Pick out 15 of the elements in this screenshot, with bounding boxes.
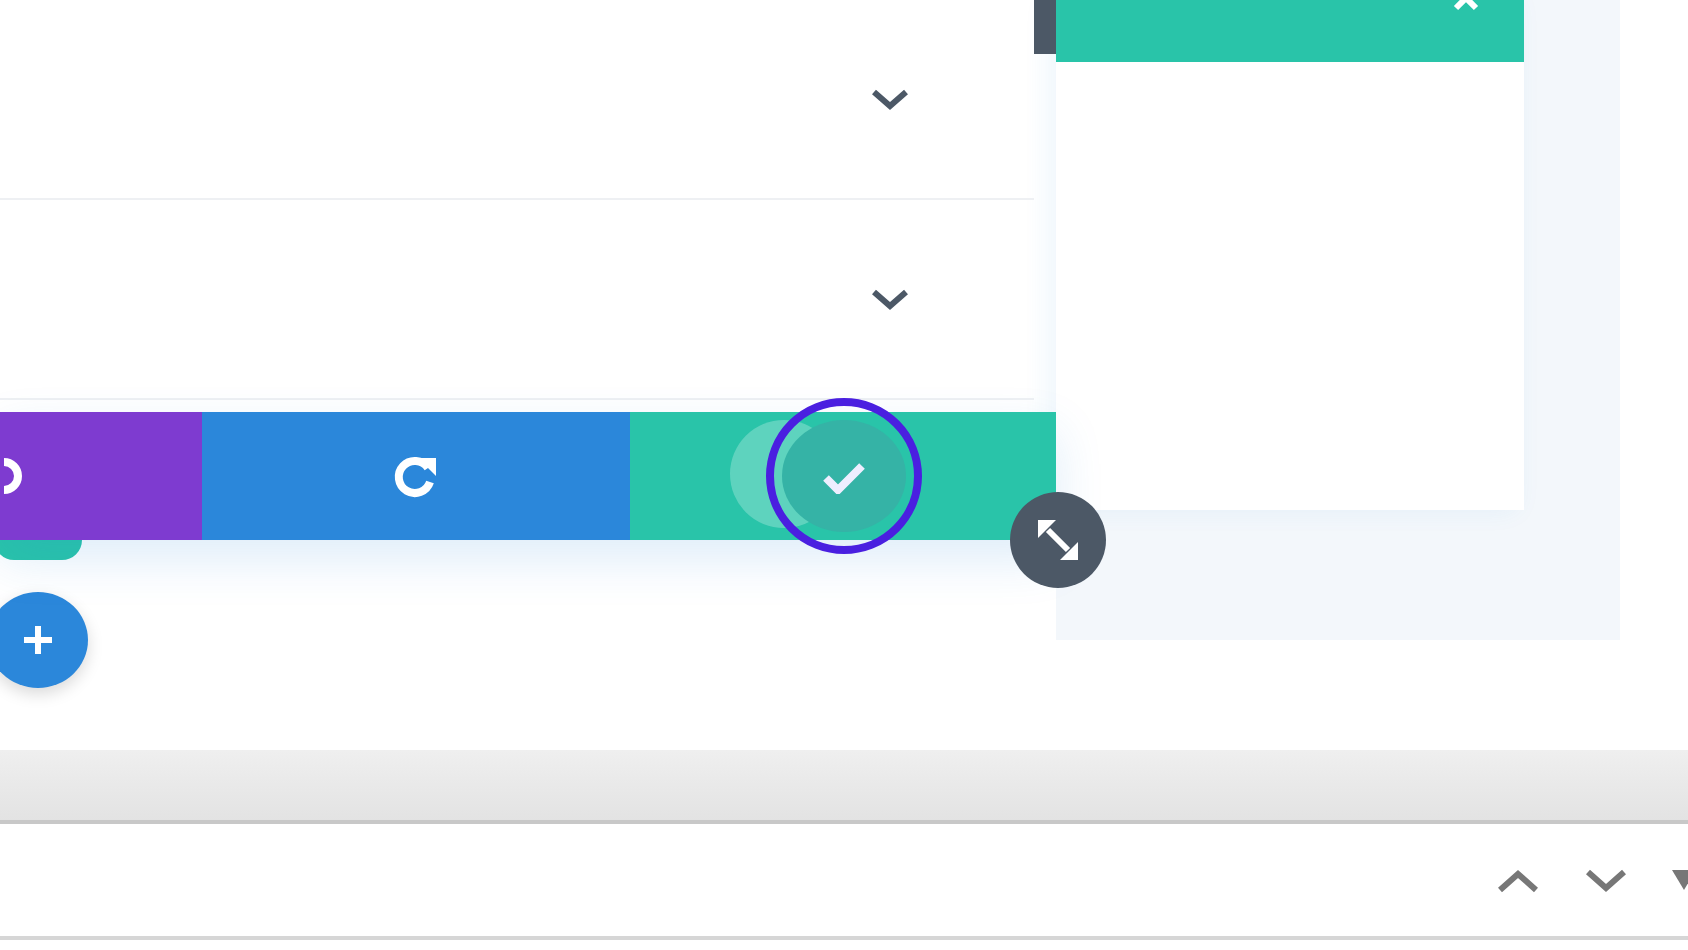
add-button[interactable] bbox=[0, 592, 88, 688]
resize-icon bbox=[1032, 514, 1084, 566]
next-button[interactable] bbox=[1584, 867, 1628, 893]
plus-icon bbox=[22, 624, 54, 656]
close-icon[interactable] bbox=[1452, 0, 1480, 12]
add-row-button[interactable] bbox=[0, 540, 82, 560]
triangle-icon bbox=[1672, 870, 1688, 890]
previous-button[interactable] bbox=[1496, 867, 1540, 893]
undo-icon bbox=[0, 452, 24, 500]
menu-button[interactable] bbox=[1672, 870, 1688, 890]
check-icon bbox=[821, 459, 865, 493]
panel-edge bbox=[1034, 0, 1056, 54]
chevron-down-icon bbox=[1584, 867, 1628, 893]
save-button[interactable] bbox=[630, 412, 1056, 540]
chevron-up-icon bbox=[1496, 867, 1540, 893]
